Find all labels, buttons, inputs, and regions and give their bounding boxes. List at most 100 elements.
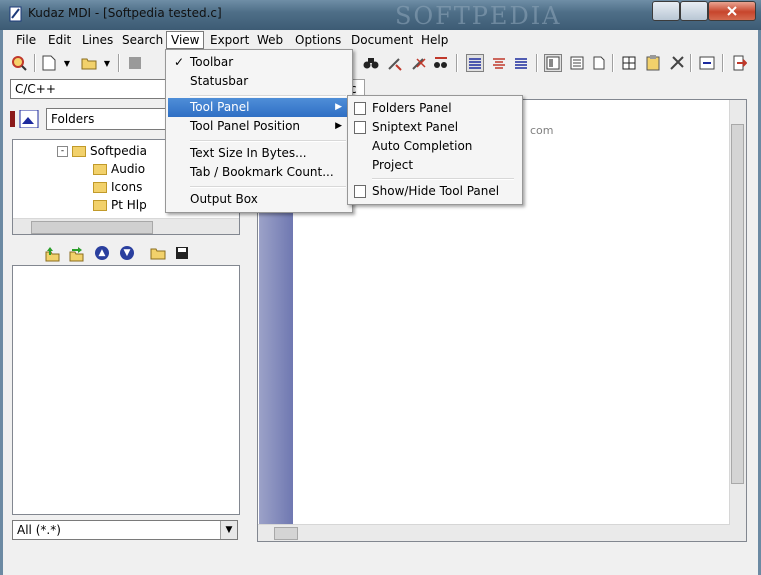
menu-item-folders-panel[interactable]: Folders Panel bbox=[350, 99, 518, 118]
menu-item-text-size[interactable]: Text Size In Bytes... bbox=[168, 144, 348, 163]
document-icon[interactable] bbox=[568, 54, 586, 72]
tree-item-audio[interactable]: Audio bbox=[93, 160, 145, 178]
menu-separator bbox=[190, 186, 346, 188]
editor-vertical-scrollbar[interactable] bbox=[729, 100, 746, 541]
app-icon bbox=[8, 6, 24, 22]
menu-help[interactable]: Help bbox=[417, 31, 452, 49]
folder-icon bbox=[93, 163, 107, 175]
menu-item-auto-completion[interactable]: Auto Completion bbox=[350, 137, 518, 156]
language-select[interactable]: C/C++ bbox=[10, 79, 170, 99]
save-disabled-icon[interactable] bbox=[126, 54, 144, 72]
submenu-arrow-icon: ▶ bbox=[335, 121, 342, 131]
up-folder-icon[interactable] bbox=[44, 246, 60, 265]
menu-document[interactable]: Document bbox=[347, 31, 417, 49]
maximize-button[interactable] bbox=[680, 1, 708, 21]
open-folder-icon[interactable] bbox=[80, 54, 98, 72]
menu-item-toolbar[interactable]: ✓ Toolbar bbox=[168, 53, 348, 72]
find-icon[interactable] bbox=[10, 54, 28, 72]
editor-ghost-text: com bbox=[530, 124, 554, 137]
panel-view-icon[interactable] bbox=[544, 54, 562, 72]
chevron-down-icon[interactable]: ▼ bbox=[220, 521, 237, 539]
tree-item-label: Softpedia bbox=[90, 144, 147, 158]
replace-icon[interactable] bbox=[386, 54, 404, 72]
menu-lines[interactable]: Lines bbox=[78, 31, 117, 49]
folder-icon bbox=[93, 199, 107, 211]
file-list-toolbar: ▲ ▼ bbox=[12, 244, 240, 264]
menu-web[interactable]: Web bbox=[253, 31, 287, 49]
find-next-icon[interactable] bbox=[432, 54, 450, 72]
scrollbar-thumb[interactable] bbox=[274, 527, 298, 540]
tree-item-icons[interactable]: Icons bbox=[93, 178, 142, 196]
file-filter-select[interactable]: All (*.*) ▼ bbox=[12, 520, 238, 540]
file-list[interactable] bbox=[12, 265, 240, 515]
folder-icon bbox=[93, 181, 107, 193]
tree-item-label: Audio bbox=[111, 162, 146, 176]
menu-edit[interactable]: Edit bbox=[44, 31, 75, 49]
sniptext-panel-icon bbox=[354, 121, 366, 134]
toolbar-separator bbox=[690, 54, 692, 72]
menu-item-output-box[interactable]: Output Box bbox=[168, 190, 348, 209]
view-menu: ✓ Toolbar Statusbar Tool Panel ▶ Tool Pa… bbox=[165, 49, 353, 213]
toolbar-separator bbox=[536, 54, 538, 72]
tree-item-pthlp[interactable]: Pt Hlp bbox=[93, 196, 147, 214]
chevron-down-icon[interactable]: ▼ bbox=[98, 54, 116, 72]
open-folder-icon[interactable] bbox=[150, 246, 166, 263]
menu-export[interactable]: Export bbox=[206, 31, 253, 49]
submenu-arrow-icon: ▶ bbox=[335, 102, 342, 112]
tree-horizontal-scrollbar[interactable] bbox=[13, 218, 239, 234]
menu-item-tool-panel[interactable]: Tool Panel ▶ bbox=[168, 98, 348, 117]
watermark: SOFTPEDIA bbox=[395, 2, 562, 30]
page-icon bbox=[354, 185, 366, 198]
window-title: Kudaz MDI - [Softpedia tested.c] bbox=[28, 6, 222, 20]
editor-horizontal-scrollbar[interactable] bbox=[258, 524, 730, 541]
scrollbar-thumb[interactable] bbox=[731, 124, 744, 484]
menu-item-statusbar[interactable]: Statusbar bbox=[168, 72, 348, 91]
scrollbar-thumb[interactable] bbox=[31, 221, 153, 234]
arrow-down-icon[interactable]: ▼ bbox=[120, 246, 134, 260]
menu-item-sniptext-panel[interactable]: Sniptext Panel bbox=[350, 118, 518, 137]
close-button[interactable] bbox=[708, 1, 756, 21]
binoculars-icon[interactable] bbox=[362, 54, 380, 72]
folder-icon bbox=[72, 145, 86, 157]
align-left-icon[interactable] bbox=[466, 54, 484, 72]
menu-item-project[interactable]: Project bbox=[350, 156, 518, 175]
collapse-icon[interactable]: - bbox=[57, 145, 68, 157]
align-center-icon[interactable] bbox=[490, 54, 508, 72]
exit-icon[interactable] bbox=[730, 54, 748, 72]
replace-all-icon[interactable] bbox=[410, 54, 428, 72]
chevron-down-icon[interactable]: ▼ bbox=[58, 54, 76, 72]
menu-item-tab-bookmark-count[interactable]: Tab / Bookmark Count... bbox=[168, 163, 348, 182]
toolbar-separator bbox=[34, 54, 36, 72]
table-icon[interactable] bbox=[620, 54, 638, 72]
menu-options[interactable]: Options bbox=[291, 31, 345, 49]
toolbar: ▼ ▼ bbox=[4, 51, 756, 75]
toolbar-separator bbox=[722, 54, 724, 72]
menu-separator bbox=[190, 140, 346, 142]
new-file-icon[interactable] bbox=[40, 54, 58, 72]
toolbar-separator bbox=[118, 54, 120, 72]
menu-search[interactable]: Search bbox=[118, 31, 167, 49]
page-icon[interactable] bbox=[590, 54, 608, 72]
menu-view[interactable]: View bbox=[166, 31, 205, 49]
menu-file[interactable]: File bbox=[12, 31, 40, 49]
toolbar-separator bbox=[612, 54, 614, 72]
arrow-up-icon[interactable]: ▲ bbox=[95, 246, 109, 260]
tree-item-softpedia[interactable]: - Softpedia bbox=[57, 142, 147, 160]
check-icon: ✓ bbox=[174, 55, 185, 69]
menu-item-show-hide-tool-panel[interactable]: Show/Hide Tool Panel bbox=[350, 182, 518, 201]
macro-icon[interactable] bbox=[698, 54, 716, 72]
folder-view-select[interactable]: Folders bbox=[46, 108, 168, 130]
menu-item-tool-panel-position[interactable]: Tool Panel Position ▶ bbox=[168, 117, 348, 136]
clipboard-icon[interactable] bbox=[644, 54, 662, 72]
minimize-button[interactable] bbox=[652, 1, 680, 21]
tools-icon[interactable] bbox=[668, 54, 686, 72]
tree-item-label: Pt Hlp bbox=[111, 198, 147, 212]
tool-panel-submenu: Folders Panel Sniptext Panel Auto Comple… bbox=[347, 95, 523, 205]
tree-item-label: Icons bbox=[111, 180, 143, 194]
toolbar-separator bbox=[456, 54, 458, 72]
align-right-icon[interactable] bbox=[512, 54, 530, 72]
forward-folder-icon[interactable] bbox=[68, 246, 84, 265]
save-icon[interactable] bbox=[175, 246, 189, 263]
folders-panel-icon bbox=[354, 102, 366, 115]
file-filter-value: All (*.*) bbox=[17, 523, 61, 537]
